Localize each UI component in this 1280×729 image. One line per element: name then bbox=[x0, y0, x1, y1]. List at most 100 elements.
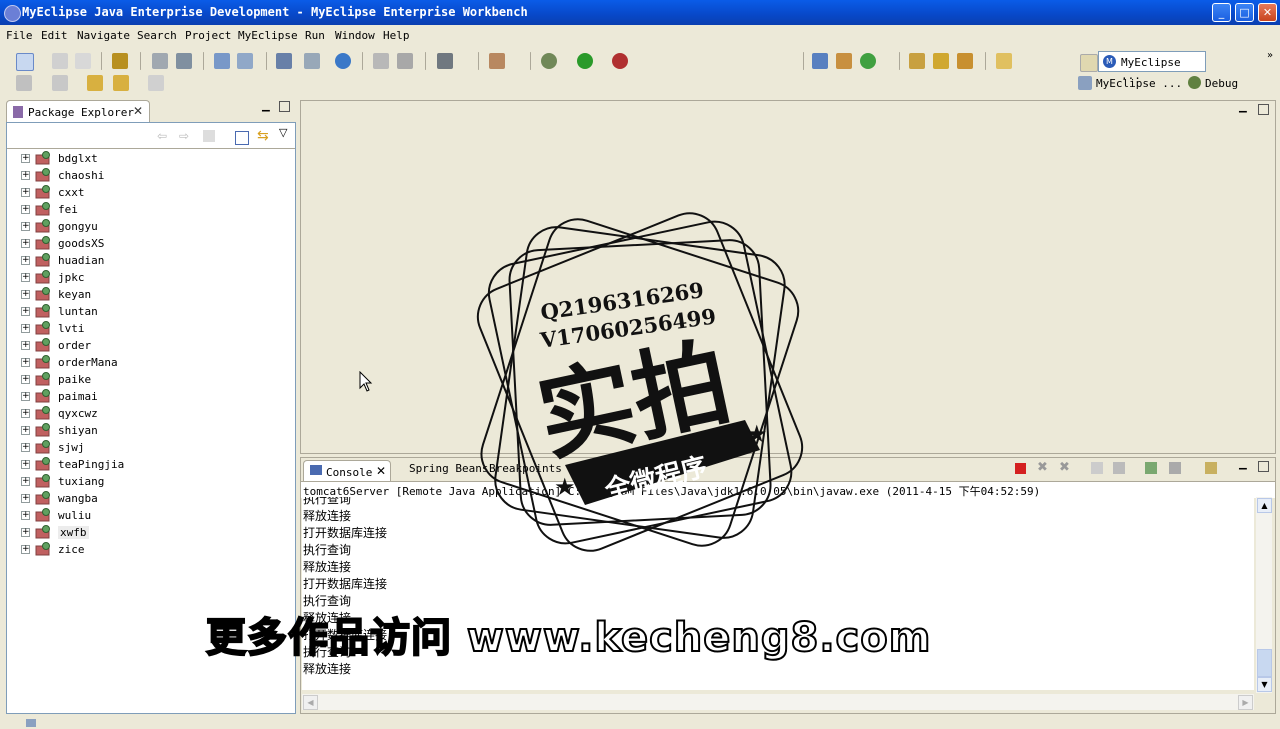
tree-item-project[interactable]: + sjwj bbox=[7, 439, 287, 456]
refresh-icon[interactable] bbox=[860, 53, 876, 69]
new-project-icon[interactable] bbox=[812, 53, 828, 69]
menu-project[interactable]: Project bbox=[185, 29, 231, 42]
perspective-debug[interactable]: Debug bbox=[1205, 77, 1238, 90]
tree-item-project[interactable]: + orderMana bbox=[7, 354, 287, 371]
expand-icon[interactable]: + bbox=[21, 188, 30, 197]
terminate-icon[interactable] bbox=[1015, 463, 1026, 474]
tab-breakpoints[interactable]: Breakpoints bbox=[489, 462, 562, 475]
expand-icon[interactable]: + bbox=[21, 409, 30, 418]
scroll-thumb[interactable] bbox=[1257, 649, 1272, 677]
expand-icon[interactable]: + bbox=[21, 358, 30, 367]
console-horizontal-scrollbar[interactable]: ◀ ▶ bbox=[302, 694, 1254, 710]
link-with-editor-icon[interactable]: ⇆ bbox=[257, 128, 269, 144]
close-tab-icon[interactable]: ✕ bbox=[133, 104, 143, 118]
expand-icon[interactable]: + bbox=[21, 528, 30, 537]
run-icon[interactable] bbox=[577, 53, 593, 69]
new-icon[interactable] bbox=[16, 53, 34, 71]
tree-item-project[interactable]: + keyan bbox=[7, 286, 287, 303]
print-icon[interactable] bbox=[75, 53, 91, 69]
tree-item-project[interactable]: + teaPingjia bbox=[7, 456, 287, 473]
tree-item-project[interactable]: + gongyu bbox=[7, 218, 287, 235]
maximize-editor-icon[interactable] bbox=[1258, 104, 1269, 115]
remove-all-icon[interactable]: ✖ bbox=[1059, 460, 1070, 475]
minimize-button[interactable]: _ bbox=[1212, 3, 1231, 22]
menu-file[interactable]: File bbox=[6, 29, 33, 42]
tree-item-project[interactable]: + xwfb bbox=[7, 524, 287, 541]
menu-navigate[interactable]: Navigate bbox=[77, 29, 130, 42]
scroll-down-arrow[interactable]: ▼ bbox=[1257, 677, 1272, 692]
console-vertical-scrollbar[interactable]: ▲ ▼ bbox=[1256, 497, 1272, 693]
expand-icon[interactable]: + bbox=[21, 154, 30, 163]
tree-item-project[interactable]: + luntan bbox=[7, 303, 287, 320]
forward-icon[interactable] bbox=[148, 75, 164, 91]
tree-item-project[interactable]: + cxxt bbox=[7, 184, 287, 201]
close-tab-icon[interactable]: ✕ bbox=[376, 464, 386, 478]
expand-icon[interactable]: + bbox=[21, 341, 30, 350]
expand-icon[interactable]: + bbox=[21, 307, 30, 316]
perspective-myeclipse[interactable]: MyEclipse ... bbox=[1096, 77, 1182, 90]
tree-item-project[interactable]: + fei bbox=[7, 201, 287, 218]
myeclipse-app-icon[interactable] bbox=[4, 5, 21, 22]
tree-item-project[interactable]: + wuliu bbox=[7, 507, 287, 524]
tab-spring-beans[interactable]: Spring Beans bbox=[409, 462, 488, 475]
chevron-more-icon[interactable]: » bbox=[1267, 50, 1273, 61]
back-nav-icon[interactable]: ⇦ bbox=[157, 129, 167, 143]
wizard-icon[interactable] bbox=[214, 53, 230, 69]
server-icon[interactable] bbox=[176, 53, 192, 69]
tree-item-project[interactable]: + wangba bbox=[7, 490, 287, 507]
expand-icon[interactable]: + bbox=[21, 290, 30, 299]
pin-console-icon[interactable] bbox=[1145, 462, 1157, 474]
tree-item-project[interactable]: + order bbox=[7, 337, 287, 354]
maximize-console-icon[interactable] bbox=[1258, 461, 1269, 472]
tree-item-project[interactable]: + tuxiang bbox=[7, 473, 287, 490]
view-menu-icon[interactable]: ▽ bbox=[279, 126, 287, 139]
expand-icon[interactable]: + bbox=[21, 239, 30, 248]
expand-icon[interactable]: + bbox=[21, 171, 30, 180]
expand-icon[interactable]: + bbox=[21, 324, 30, 333]
forward-nav-icon[interactable]: ⇨ bbox=[179, 129, 189, 143]
fast-view-icon[interactable] bbox=[26, 719, 36, 727]
expand-icon[interactable]: + bbox=[21, 273, 30, 282]
expand-icon[interactable]: + bbox=[21, 392, 30, 401]
expand-icon[interactable]: + bbox=[21, 511, 30, 520]
up-nav-icon[interactable] bbox=[203, 130, 215, 142]
tab-package-explorer[interactable]: Package Explorer ✕ bbox=[6, 100, 150, 123]
remove-launch-icon[interactable]: ✖ bbox=[1037, 460, 1048, 475]
open-console-icon[interactable] bbox=[1205, 462, 1217, 474]
tree-item-project[interactable]: + shiyan bbox=[7, 422, 287, 439]
hierarchy-icon[interactable] bbox=[276, 53, 292, 69]
debug-bug-icon[interactable] bbox=[541, 53, 557, 69]
menu-myeclipse[interactable]: MyEclipse bbox=[238, 29, 298, 42]
tree-item-project[interactable]: + paike bbox=[7, 371, 287, 388]
external-tools-icon[interactable] bbox=[489, 53, 505, 69]
new-class-icon[interactable] bbox=[836, 53, 852, 69]
close-button[interactable]: ✕ bbox=[1258, 3, 1277, 22]
maximize-button[interactable]: □ bbox=[1235, 3, 1254, 22]
tree-item-project[interactable]: + chaoshi bbox=[7, 167, 287, 184]
scroll-left-arrow[interactable]: ◀ bbox=[303, 695, 318, 710]
tree-item-project[interactable]: + jpkc bbox=[7, 269, 287, 286]
tree-item-project[interactable]: + paimai bbox=[7, 388, 287, 405]
scroll-lock-icon[interactable] bbox=[1113, 462, 1125, 474]
expand-icon[interactable]: + bbox=[21, 256, 30, 265]
search-wizard-icon[interactable] bbox=[237, 53, 253, 69]
tree-item-project[interactable]: + huadian bbox=[7, 252, 287, 269]
save-icon[interactable] bbox=[52, 53, 68, 69]
tree-item-project[interactable]: + qyxcwz bbox=[7, 405, 287, 422]
globe-icon[interactable] bbox=[335, 53, 351, 69]
expand-icon[interactable]: + bbox=[21, 545, 30, 554]
menu-window[interactable]: Window bbox=[335, 29, 375, 42]
previous-annotation-icon[interactable] bbox=[52, 75, 68, 91]
menu-search[interactable]: Search bbox=[137, 29, 177, 42]
tab-console[interactable]: Console ✕ bbox=[303, 460, 391, 482]
next-annotation-icon[interactable] bbox=[16, 75, 32, 91]
expand-icon[interactable]: + bbox=[21, 477, 30, 486]
tree-item-project[interactable]: + zice bbox=[7, 541, 287, 558]
expand-icon[interactable]: + bbox=[21, 443, 30, 452]
camera-icon[interactable] bbox=[437, 53, 453, 69]
run-external-icon[interactable] bbox=[612, 53, 628, 69]
expand-icon[interactable]: + bbox=[21, 205, 30, 214]
deploy-icon[interactable] bbox=[152, 53, 168, 69]
package-icon[interactable] bbox=[112, 53, 128, 69]
expand-icon[interactable]: + bbox=[21, 375, 30, 384]
